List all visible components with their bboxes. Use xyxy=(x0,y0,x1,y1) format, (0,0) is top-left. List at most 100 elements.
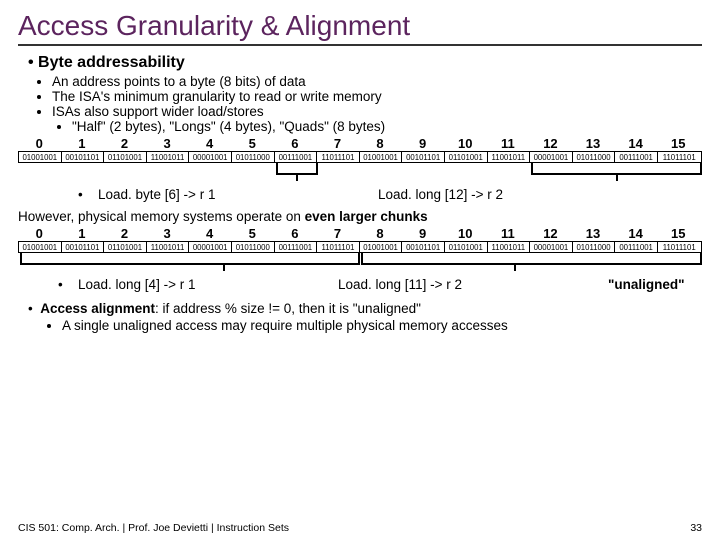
footer-left: CIS 501: Comp. Arch. | Prof. Joe Deviett… xyxy=(18,522,289,534)
byte-cell: 00101101 xyxy=(62,242,105,252)
idx: 14 xyxy=(614,226,657,241)
byte-cell: 00111001 xyxy=(275,242,318,252)
idx: 6 xyxy=(274,226,317,241)
byte-cell: 11001011 xyxy=(147,242,190,252)
byte-cell: 01001001 xyxy=(19,242,62,252)
idx: 15 xyxy=(657,136,700,151)
byte-cell: 11001011 xyxy=(147,152,190,162)
idx: 12 xyxy=(529,226,572,241)
idx: 10 xyxy=(444,226,487,241)
align-label: Access alignment xyxy=(40,301,155,316)
idx: 13 xyxy=(572,136,615,151)
text-bold: even larger chunks xyxy=(305,209,428,224)
idx: 11 xyxy=(487,226,530,241)
byte-cell: 11011101 xyxy=(658,152,701,162)
idx: 9 xyxy=(401,136,444,151)
idx: 2 xyxy=(103,226,146,241)
heading-byte-addressability: • Byte addressability xyxy=(28,54,702,72)
access-alignment: • Access alignment: if address % size !=… xyxy=(28,301,702,316)
byte-cell: 01101001 xyxy=(445,152,488,162)
para-however: However, physical memory systems operate… xyxy=(18,209,702,224)
idx: 10 xyxy=(444,136,487,151)
load-byte-6: Load. byte [6] -> r 1 xyxy=(98,187,215,202)
byte-cell: 00101101 xyxy=(402,152,445,162)
align-text: : if address % size != 0, then it is "un… xyxy=(155,301,421,316)
byte-cell: 01011000 xyxy=(232,152,275,162)
byte-cell: 00001001 xyxy=(530,242,573,252)
load-row-2: • Load. long [4] -> r 1 Load. long [11] … xyxy=(58,277,702,295)
bullet-3-text: ISAs also support wider load/stores xyxy=(52,104,264,119)
bullet-list-1: An address points to a byte (8 bits) of … xyxy=(52,74,702,134)
byte-cell: 01011000 xyxy=(573,242,616,252)
bullet-2: The ISA's minimum granularity to read or… xyxy=(52,89,702,104)
bullet-icon: • xyxy=(78,187,83,202)
byte-row-2: 0100100100101101011010011100101100001001… xyxy=(18,241,702,253)
bracket-byte6 xyxy=(276,163,318,175)
byte-cell: 01001001 xyxy=(360,242,403,252)
idx: 4 xyxy=(188,226,231,241)
byte-cell: 00111001 xyxy=(275,152,318,162)
text: However, physical memory systems operate… xyxy=(18,209,305,224)
idx: 2 xyxy=(103,136,146,151)
bullet-1: An address points to a byte (8 bits) of … xyxy=(52,74,702,89)
idx: 1 xyxy=(61,136,104,151)
align-sub-list: A single unaligned access may require mu… xyxy=(62,318,702,333)
idx: 7 xyxy=(316,136,359,151)
idx: 1 xyxy=(61,226,104,241)
idx: 4 xyxy=(188,136,231,151)
idx: 3 xyxy=(146,136,189,151)
idx: 3 xyxy=(146,226,189,241)
idx: 5 xyxy=(231,136,274,151)
footer-page-number: 33 xyxy=(690,522,702,534)
slide-footer: CIS 501: Comp. Arch. | Prof. Joe Deviett… xyxy=(18,522,702,534)
byte-cell: 01101001 xyxy=(104,152,147,162)
heading-text: Byte addressability xyxy=(38,54,185,71)
idx: 13 xyxy=(572,226,615,241)
idx: 8 xyxy=(359,136,402,151)
byte-cell: 11001011 xyxy=(488,152,531,162)
byte-cell: 00001001 xyxy=(530,152,573,162)
byte-cell: 11001011 xyxy=(488,242,531,252)
byte-cell: 00001001 xyxy=(189,152,232,162)
byte-cell: 00001001 xyxy=(189,242,232,252)
load-long-12: Load. long [12] -> r 2 xyxy=(378,187,503,202)
idx: 12 xyxy=(529,136,572,151)
byte-cell: 11011101 xyxy=(317,152,360,162)
byte-cell: 01011000 xyxy=(232,242,275,252)
idx: 7 xyxy=(316,226,359,241)
bracket-long12 xyxy=(531,163,702,175)
byte-cell: 11011101 xyxy=(317,242,360,252)
byte-row-1: 0100100100101101011010011100101100001001… xyxy=(18,151,702,163)
sub-bullet-1: "Half" (2 bytes), "Longs" (4 bytes), "Qu… xyxy=(72,119,702,134)
index-row-1: 0123456789101112131415 xyxy=(18,136,702,151)
slide-title: Access Granularity & Alignment xyxy=(18,10,702,46)
sub-bullet-list-1: "Half" (2 bytes), "Longs" (4 bytes), "Qu… xyxy=(72,119,702,134)
load-long-4: Load. long [4] -> r 1 xyxy=(78,277,195,292)
idx: 9 xyxy=(401,226,444,241)
byte-cell: 01001001 xyxy=(360,152,403,162)
load-row-1: • Load. byte [6] -> r 1 Load. long [12] … xyxy=(58,187,702,205)
bullet-icon: • xyxy=(58,277,63,292)
byte-cell: 01101001 xyxy=(445,242,488,252)
idx: 8 xyxy=(359,226,402,241)
idx: 15 xyxy=(657,226,700,241)
bullet-3: ISAs also support wider load/stores "Hal… xyxy=(52,104,702,134)
bullet-icon: • xyxy=(28,301,33,316)
align-sub-bullet: A single unaligned access may require mu… xyxy=(62,318,702,333)
index-row-2: 0123456789101112131415 xyxy=(18,226,702,241)
byte-cell: 00111001 xyxy=(615,242,658,252)
byte-cell: 00111001 xyxy=(615,152,658,162)
idx: 14 xyxy=(614,136,657,151)
byte-cell: 01001001 xyxy=(19,152,62,162)
idx: 11 xyxy=(487,136,530,151)
load-long-11: Load. long [11] -> r 2 xyxy=(338,277,462,292)
bracket-chunk-8-15 xyxy=(361,253,702,265)
unaligned-label: "unaligned" xyxy=(608,277,685,292)
byte-cell: 00101101 xyxy=(62,152,105,162)
idx: 6 xyxy=(274,136,317,151)
byte-cell: 01101001 xyxy=(104,242,147,252)
idx: 0 xyxy=(18,226,61,241)
idx: 5 xyxy=(231,226,274,241)
byte-cell: 00101101 xyxy=(402,242,445,252)
byte-cell: 11011101 xyxy=(658,242,701,252)
